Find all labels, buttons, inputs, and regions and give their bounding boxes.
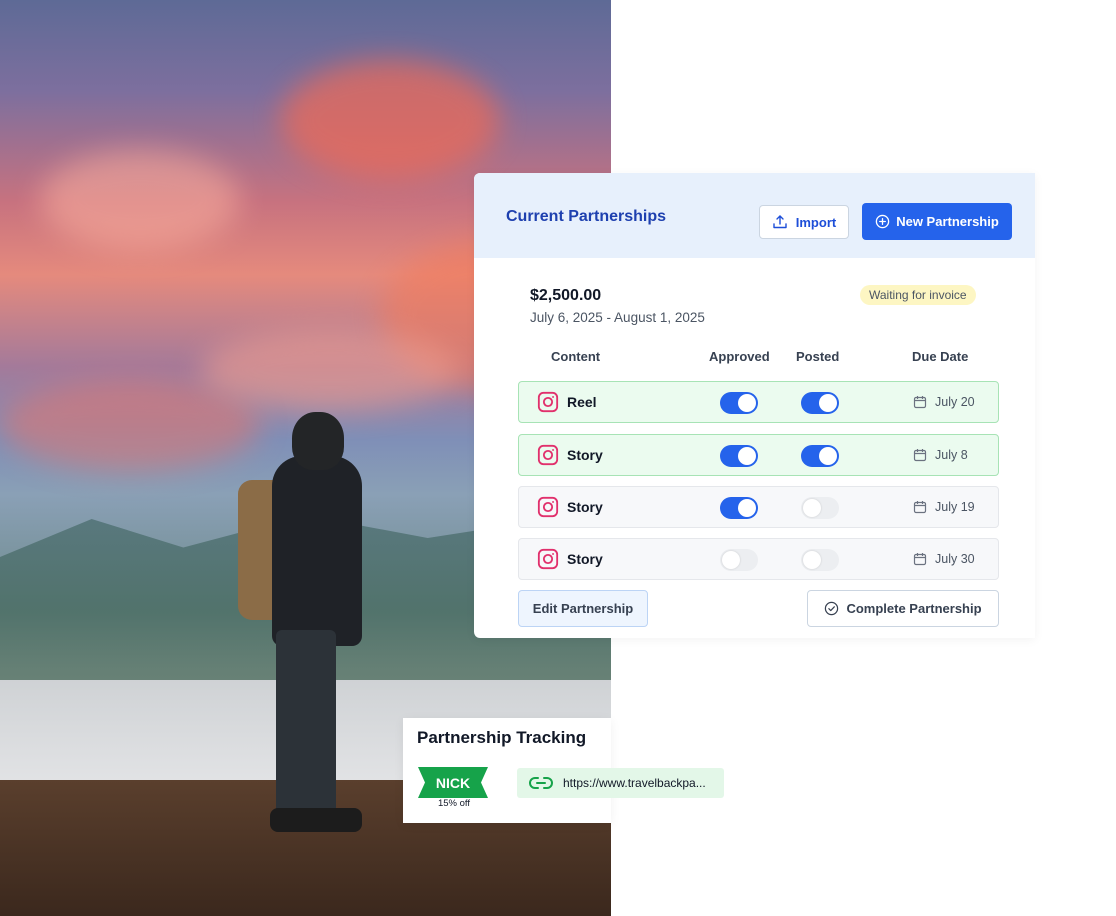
status-badge: Waiting for invoice <box>860 285 976 305</box>
calendar-icon <box>913 449 927 462</box>
table-row: Story July 19 <box>518 486 999 528</box>
column-header-due-date: Due Date <box>912 349 969 364</box>
tracking-link[interactable]: https://www.travelbackpa... <box>517 768 724 798</box>
content-label: Story <box>567 499 603 515</box>
approved-toggle[interactable] <box>720 549 758 571</box>
instagram-icon <box>537 496 559 518</box>
approved-toggle[interactable] <box>720 445 758 467</box>
column-header-posted: Posted <box>796 349 840 364</box>
edit-partnership-button[interactable]: Edit Partnership <box>518 590 648 627</box>
page-title: Current Partnerships <box>506 208 667 225</box>
content-label: Story <box>567 447 603 463</box>
complete-partnership-label: Complete Partnership <box>846 601 982 616</box>
posted-toggle[interactable] <box>801 549 839 571</box>
calendar-icon <box>913 396 927 409</box>
instagram-icon <box>537 391 559 413</box>
check-circle-icon <box>825 601 839 616</box>
posted-toggle[interactable] <box>801 445 839 467</box>
posted-toggle[interactable] <box>801 497 839 519</box>
approved-toggle[interactable] <box>720 497 758 519</box>
approved-toggle[interactable] <box>720 392 758 414</box>
discount-label: 15% off <box>437 798 471 809</box>
instagram-icon <box>537 444 559 466</box>
instagram-icon <box>537 548 559 570</box>
link-icon <box>529 777 553 789</box>
new-partnership-button[interactable]: New Partnership <box>862 203 1012 240</box>
import-button-label: Import <box>795 214 837 230</box>
table-row: Story July 8 <box>518 434 999 476</box>
new-partnership-label: New Partnership <box>896 214 999 229</box>
complete-partnership-button[interactable]: Complete Partnership <box>807 590 999 627</box>
calendar-icon <box>913 553 927 566</box>
column-header-content: Content <box>551 349 601 364</box>
content-label: Story <box>567 551 603 567</box>
upload-icon <box>773 215 787 229</box>
column-header-approved: Approved <box>709 349 770 364</box>
tracking-link-text: https://www.travelbackpa... <box>563 776 706 790</box>
content-label: Reel <box>567 394 597 410</box>
due-date: July 19 <box>935 500 975 514</box>
table-row: Reel July 20 <box>518 381 999 423</box>
import-button[interactable]: Import <box>759 205 849 239</box>
partnership-date-range: July 6, 2025 - August 1, 2025 <box>530 310 705 325</box>
discount-code-tag[interactable]: NICK <box>418 767 488 798</box>
due-date: July 30 <box>935 552 975 566</box>
partnerships-card: Current Partnerships Import New Partners… <box>474 173 1035 638</box>
table-row: Story July 30 <box>518 538 999 580</box>
plus-circle-icon <box>875 214 890 229</box>
calendar-icon <box>913 501 927 514</box>
tracking-title: Partnership Tracking <box>417 728 587 747</box>
partnership-amount: $2,500.00 <box>530 287 602 304</box>
due-date: July 8 <box>935 448 968 462</box>
card-header: Current Partnerships Import New Partners… <box>474 173 1035 258</box>
posted-toggle[interactable] <box>801 392 839 414</box>
due-date: July 20 <box>935 395 975 409</box>
